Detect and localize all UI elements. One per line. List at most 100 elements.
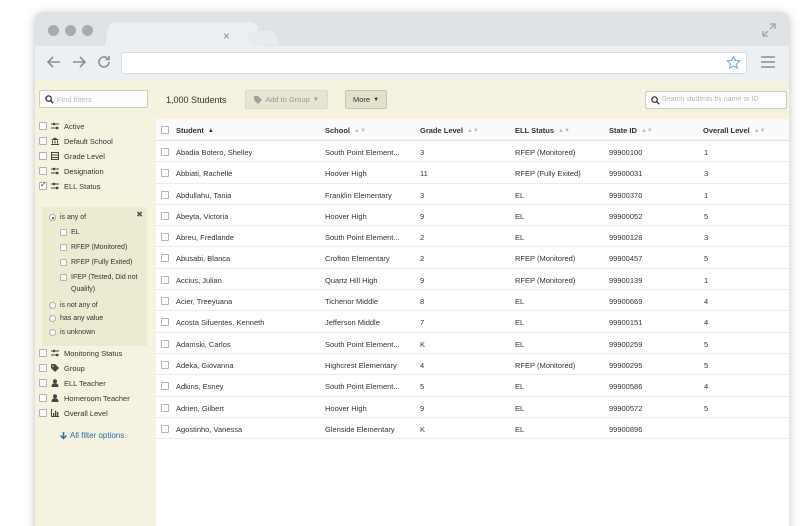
row-checkbox[interactable] bbox=[161, 233, 169, 242]
sliders-icon bbox=[51, 122, 59, 130]
all-filter-options-link[interactable]: All filter options bbox=[60, 431, 124, 440]
row-checkbox[interactable] bbox=[161, 190, 169, 199]
filter-item-ell-status[interactable]: ELL Status bbox=[39, 180, 151, 192]
expand-icon[interactable] bbox=[761, 22, 777, 38]
table-row[interactable]: Abbiati, Rachelle Hoover High 11 RFEP (Full… bbox=[156, 162, 789, 184]
reload-icon[interactable] bbox=[96, 54, 112, 70]
option-checkbox[interactable] bbox=[60, 259, 67, 266]
row-checkbox[interactable] bbox=[161, 169, 169, 178]
filter-checkbox[interactable] bbox=[39, 349, 47, 357]
option-is-not-any-of[interactable]: is not any of bbox=[49, 302, 98, 309]
new-tab-button[interactable] bbox=[246, 31, 280, 45]
close-tab-icon[interactable]: × bbox=[223, 29, 230, 43]
table-row[interactable]: Acosta Sifuentes, Kenneth Jefferson Middl… bbox=[156, 311, 789, 333]
row-checkbox[interactable] bbox=[161, 339, 169, 348]
column-header-school[interactable]: School ▲▼ bbox=[325, 126, 366, 135]
row-checkbox[interactable] bbox=[161, 382, 169, 391]
option-is-any-of[interactable]: is any of bbox=[49, 214, 86, 221]
find-filters-input[interactable]: Find filters bbox=[39, 90, 148, 108]
filter-item-active[interactable]: Active bbox=[39, 120, 151, 132]
table-row[interactable]: Abreu, Fredlande South Point Element... 2 E… bbox=[156, 226, 789, 248]
more-button[interactable]: More ▼ bbox=[345, 90, 387, 109]
row-checkbox[interactable] bbox=[161, 148, 169, 156]
option-has-any-value[interactable]: has any value bbox=[49, 315, 103, 322]
table-row[interactable]: Abadia Botero, Shelley South Point Elemen… bbox=[156, 141, 789, 163]
row-checkbox[interactable] bbox=[161, 403, 169, 412]
table-row[interactable]: Acier, Treeyuana Tichenor Middle 8 EL 999006… bbox=[156, 290, 789, 312]
filter-item-grade-level[interactable]: Grade Level bbox=[39, 150, 151, 162]
caret-down-icon: ▼ bbox=[373, 96, 380, 103]
minimize-window-icon[interactable] bbox=[65, 25, 76, 36]
cell-overall-level: 4 bbox=[704, 382, 709, 392]
zoom-window-icon[interactable] bbox=[82, 25, 93, 36]
sort-icon: ▲▼ bbox=[753, 127, 766, 134]
add-to-group-button[interactable]: Add to Group ▼ bbox=[245, 90, 328, 109]
filter-checkbox[interactable] bbox=[39, 379, 47, 387]
table-row[interactable]: Agostinho, Vanessa Glenside Elementary K EL… bbox=[156, 418, 789, 440]
table-row[interactable]: Adrien, Gilbert Hoover High 9 EL 99900572 5 bbox=[156, 397, 789, 418]
bookmark-star-icon[interactable] bbox=[726, 55, 741, 70]
building-icon bbox=[51, 137, 59, 145]
filter-item-designation[interactable]: Designation bbox=[39, 165, 151, 177]
filter-checkbox[interactable] bbox=[39, 167, 47, 175]
column-header-overall-level[interactable]: Overall Level ▲▼ bbox=[703, 126, 766, 135]
column-header-student[interactable]: Student ▲ bbox=[176, 126, 214, 135]
row-checkbox[interactable] bbox=[161, 254, 169, 263]
option-is-unknown[interactable]: is unknown bbox=[49, 329, 95, 336]
filter-item-group[interactable]: Group bbox=[39, 362, 151, 374]
row-checkbox[interactable] bbox=[161, 360, 169, 369]
table-row[interactable]: Abusabi, Blanca Crofton Elementary 2 RFEP (… bbox=[156, 247, 789, 269]
column-header-ell-status[interactable]: ELL Status ▲▼ bbox=[515, 126, 570, 135]
filter-checkbox-checked[interactable] bbox=[39, 180, 47, 190]
option-rfep-monitored[interactable]: RFEP (Monitored) bbox=[60, 244, 127, 251]
option-checkbox[interactable] bbox=[60, 274, 67, 281]
row-checkbox[interactable] bbox=[161, 297, 169, 306]
browser-tab[interactable] bbox=[104, 22, 262, 49]
table-row[interactable]: Accius, Julian Quartz Hill High 9 RFEP (Mon… bbox=[156, 269, 789, 291]
filter-checkbox[interactable] bbox=[39, 409, 47, 417]
table-row[interactable]: Abeyta, Victoria Hoover High 9 EL 99900052 5 bbox=[156, 205, 789, 227]
students-toolbar: 1,000 Students Add to Group ▼ More ▼ Sea… bbox=[156, 80, 789, 119]
filter-checkbox[interactable] bbox=[39, 137, 47, 145]
column-header-grade-level[interactable]: Grade Level ▲▼ bbox=[420, 126, 479, 135]
filter-checkbox[interactable] bbox=[39, 152, 47, 160]
table-row[interactable]: Abdullahu, Tania Franklin Elementary 3 EL 99… bbox=[156, 184, 789, 205]
table-row[interactable]: Adamski, Carlos South Point Element... K EL… bbox=[156, 333, 789, 354]
table-row[interactable]: Adeka, Giovanna Highcrest Elementary 4 RFEP… bbox=[156, 354, 789, 376]
row-checkbox[interactable] bbox=[161, 211, 169, 220]
option-el[interactable]: EL bbox=[60, 229, 80, 236]
radio[interactable] bbox=[49, 315, 56, 322]
filter-item-homeroom-teacher[interactable]: Homeroom Teacher bbox=[39, 392, 151, 404]
filter-item-ell-teacher[interactable]: ELL Teacher bbox=[39, 377, 151, 389]
select-all-checkbox[interactable] bbox=[161, 126, 169, 134]
radio-selected[interactable] bbox=[49, 214, 56, 221]
cell-ell-status: EL bbox=[515, 318, 525, 328]
column-header-state-id[interactable]: State ID ▲▼ bbox=[609, 126, 653, 135]
cell-grade-level: 9 bbox=[420, 211, 425, 221]
option-ifep[interactable]: IFEP (Tested, Did not bbox=[60, 274, 137, 281]
close-icon[interactable]: ✖ bbox=[136, 210, 143, 219]
row-checkbox[interactable] bbox=[161, 275, 169, 284]
radio[interactable] bbox=[49, 302, 56, 309]
filter-checkbox[interactable] bbox=[39, 394, 47, 402]
radio[interactable] bbox=[49, 329, 56, 336]
forward-arrow-icon[interactable] bbox=[71, 54, 87, 70]
back-arrow-icon[interactable] bbox=[46, 54, 62, 70]
filter-checkbox[interactable] bbox=[39, 364, 47, 372]
cell-state-id: 99900669 bbox=[609, 297, 643, 307]
option-checkbox[interactable] bbox=[60, 244, 67, 251]
close-window-icon[interactable] bbox=[48, 25, 59, 36]
filter-checkbox[interactable] bbox=[39, 122, 47, 130]
search-students-input[interactable]: Search students by name or ID bbox=[645, 91, 787, 109]
table-row[interactable]: Adkins, Esney South Point Element... 5 EL 99… bbox=[156, 375, 789, 397]
option-checkbox[interactable] bbox=[60, 229, 67, 236]
hamburger-menu-icon[interactable] bbox=[761, 55, 775, 69]
filter-item-monitoring-status[interactable]: Monitoring Status bbox=[39, 347, 151, 359]
filter-item-overall-level[interactable]: Overall Level bbox=[39, 407, 151, 419]
address-bar[interactable] bbox=[121, 52, 747, 74]
row-checkbox[interactable] bbox=[161, 424, 169, 433]
row-checkbox[interactable] bbox=[161, 318, 169, 327]
cell-student-name: Accius, Julian bbox=[176, 275, 222, 285]
option-rfep-fully-exited[interactable]: RFEP (Fully Exited) bbox=[60, 259, 132, 266]
filter-item-default-school[interactable]: Default School bbox=[39, 135, 151, 147]
